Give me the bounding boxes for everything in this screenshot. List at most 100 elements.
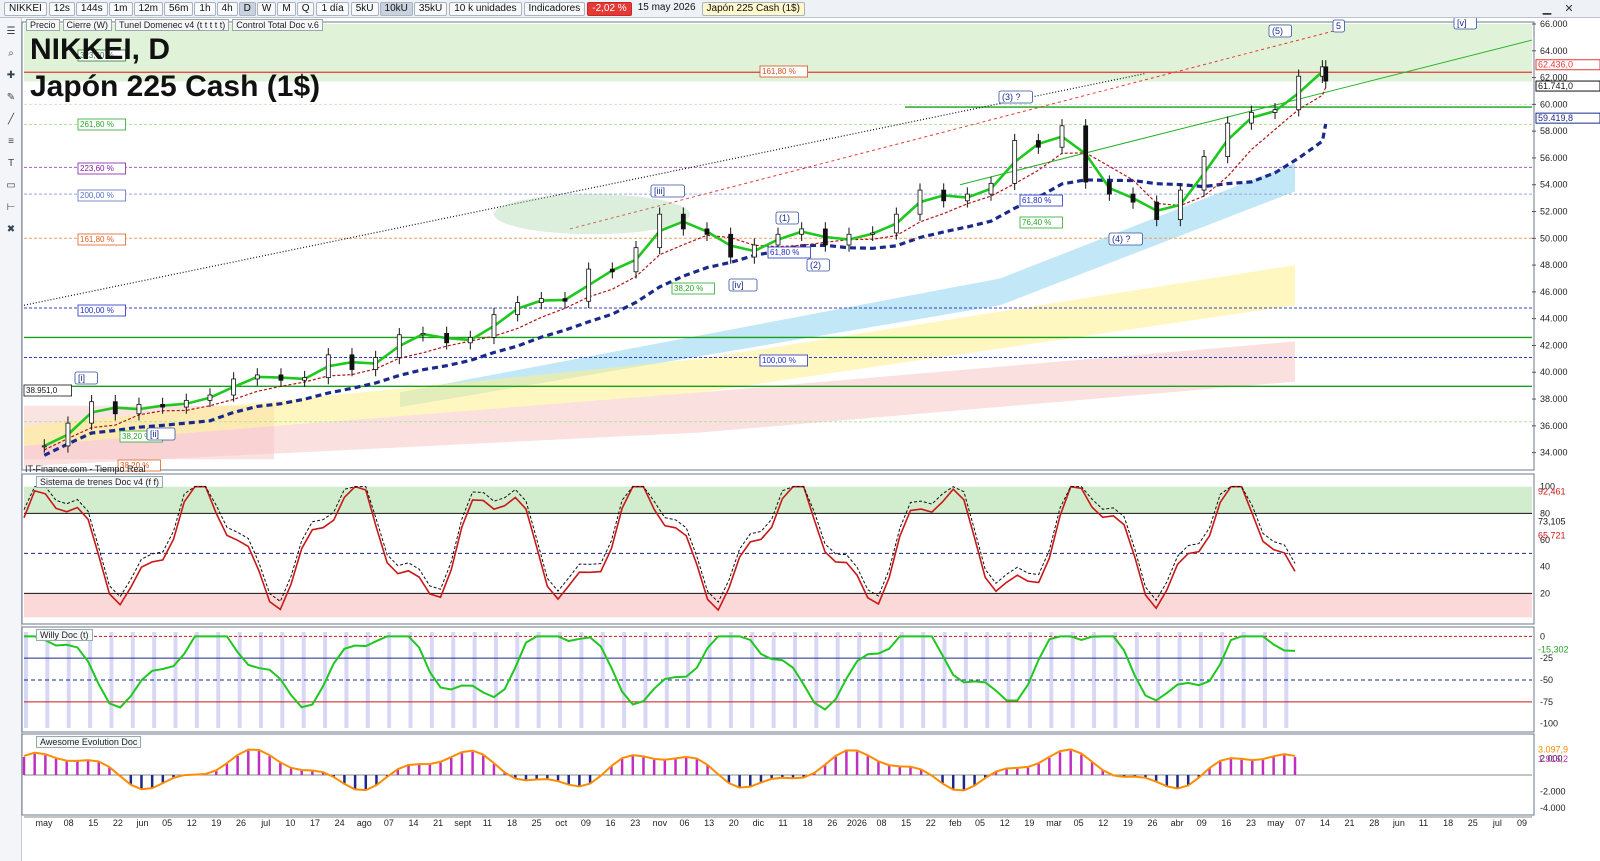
- source-label: IT-Finance.com - Tiempo Real: [25, 464, 146, 474]
- x-tick-label: 09: [1517, 818, 1527, 828]
- legend-item[interactable]: Tunel Domenec v4 (t t t t t): [115, 19, 230, 31]
- fib-annotation: 38.951,0: [26, 386, 58, 395]
- x-tick-label: 06: [679, 818, 689, 828]
- y-tick-label: -50: [1540, 675, 1553, 685]
- fib-annotation: 161,80 %: [762, 67, 796, 76]
- willy-line: [24, 635, 1296, 711]
- x-tick-label: dic: [753, 818, 765, 828]
- candle-body: [704, 228, 710, 235]
- candle-body: [183, 399, 189, 408]
- y-tick-label: 64.000: [1540, 46, 1568, 56]
- minimize-icon[interactable]: ▁: [1540, 2, 1554, 16]
- timeframe-button-12s[interactable]: 12s: [48, 1, 75, 16]
- y-tick-label: -2.000: [1540, 786, 1566, 796]
- timeframe-button-q[interactable]: Q: [296, 1, 315, 16]
- timeframe-button-d[interactable]: D: [238, 1, 256, 16]
- x-tick-label: 26: [827, 818, 837, 828]
- legend-item[interactable]: Precio: [26, 19, 60, 31]
- wave-label: (4) ?: [1112, 234, 1131, 244]
- x-tick-label: 28: [1369, 818, 1379, 828]
- x-tick-label: 05: [975, 818, 985, 828]
- period-selector[interactable]: 1 día: [316, 1, 349, 16]
- candle-body: [680, 213, 686, 230]
- candle-body: [231, 378, 237, 396]
- candle-body: [349, 354, 355, 370]
- candle-body: [1272, 109, 1278, 113]
- symbol-selector[interactable]: NIKKEI: [4, 1, 47, 16]
- candle-body: [1059, 125, 1065, 148]
- last-value-label: 65,721: [1538, 530, 1566, 540]
- y-tick-label: -4.000: [1540, 803, 1566, 813]
- panel-title-awesome[interactable]: Awesome Evolution Doc: [36, 736, 142, 748]
- x-tick-label: 14: [408, 818, 418, 828]
- last-value-label: 92,461: [1538, 487, 1566, 497]
- x-tick-label: 16: [606, 818, 616, 828]
- panel-title-willy[interactable]: Willy Doc (t): [36, 629, 93, 641]
- candle-body: [1323, 66, 1329, 82]
- timeframe-button-4h[interactable]: 4h: [216, 1, 238, 16]
- close-icon[interactable]: ✕: [1562, 2, 1576, 16]
- x-tick-label: 20: [729, 818, 739, 828]
- candle-body: [467, 337, 473, 344]
- timeframe-button-w[interactable]: W: [256, 1, 277, 16]
- timeframe-button-1m[interactable]: 1m: [108, 1, 133, 16]
- candle-body: [609, 268, 615, 273]
- panel-title-sistema[interactable]: Sistema de trenes Doc v4 (f f): [36, 476, 164, 488]
- toolbar: NIKKEI 12s 144s 1m 12m 56m 1h 4h D W M Q 1 día 5kU…: [0, 0, 1600, 18]
- candle-body: [1296, 75, 1302, 111]
- tick-button-35ku[interactable]: 35kU: [413, 1, 448, 16]
- x-tick-label: 05: [1074, 818, 1084, 828]
- units-selector[interactable]: 10 k unidades: [449, 1, 522, 16]
- timeframe-button-56m[interactable]: 56m: [163, 1, 194, 16]
- instrument-label: Japón 225 Cash (1$): [701, 1, 805, 16]
- last-value-label: 1.916,2: [1538, 754, 1568, 764]
- x-tick-label: 21: [433, 818, 443, 828]
- indicators-button[interactable]: Indicadores: [523, 1, 586, 16]
- chart-title: NIKKEI, D: [30, 33, 171, 66]
- x-tick-label: feb: [949, 818, 962, 828]
- wave-label: 5: [1336, 21, 1341, 31]
- candle-body: [1106, 181, 1112, 195]
- tick-button-5ku[interactable]: 5kU: [350, 1, 379, 16]
- candle-body: [988, 182, 994, 195]
- y-tick-label: 66.000: [1540, 19, 1568, 29]
- timeframe-button-1h[interactable]: 1h: [194, 1, 216, 16]
- candle-body: [657, 213, 663, 249]
- x-tick-label: ago: [357, 818, 372, 828]
- x-tick-label: jul: [1492, 818, 1502, 828]
- candle-body: [941, 189, 947, 202]
- x-tick-label: jul: [260, 818, 270, 828]
- last-price-label: 59.419,8: [1538, 113, 1573, 123]
- x-tick-label: 21: [1345, 818, 1355, 828]
- candle-body: [1130, 193, 1136, 203]
- x-tick-label: 16: [1221, 818, 1231, 828]
- wave-label: (2): [810, 260, 821, 270]
- candle-body: [41, 445, 47, 448]
- x-tick-label: 05: [162, 818, 172, 828]
- fib-annotation: 38,20 %: [674, 284, 703, 293]
- x-tick-label: 26: [236, 818, 246, 828]
- candle-body: [586, 268, 592, 302]
- timeframe-button-12m[interactable]: 12m: [133, 1, 163, 16]
- wave-label: (3) ?: [1002, 92, 1021, 102]
- x-tick-label: 10: [285, 818, 295, 828]
- x-tick-label: 18: [507, 818, 517, 828]
- candle-body: [538, 298, 544, 303]
- candle-body: [822, 228, 828, 246]
- candle-body: [1177, 189, 1183, 220]
- wave-label: [iii]: [654, 186, 665, 196]
- chart-canvas: 66.00064.00062.00060.00058.00056.00054.0…: [21, 18, 1600, 828]
- x-tick-label: 15: [88, 818, 98, 828]
- candle-body: [373, 357, 379, 370]
- x-tick-label: abr: [1171, 818, 1184, 828]
- tick-button-10ku[interactable]: 10kU: [379, 1, 413, 16]
- legend-item[interactable]: Cierre (W): [62, 19, 113, 31]
- fib-annotation: 261,80 %: [80, 120, 114, 129]
- x-tick-label: 23: [1246, 818, 1256, 828]
- timeframe-button-m[interactable]: M: [277, 1, 296, 16]
- x-tick-label: 11: [778, 818, 787, 828]
- timeframe-button-144s[interactable]: 144s: [75, 1, 108, 16]
- candle-body: [964, 193, 970, 202]
- timeframe-group: 12s 144s 1m 12m 56m 1h 4h D W M Q: [48, 1, 315, 16]
- legend-item[interactable]: Control Total Doc v.6: [232, 19, 323, 31]
